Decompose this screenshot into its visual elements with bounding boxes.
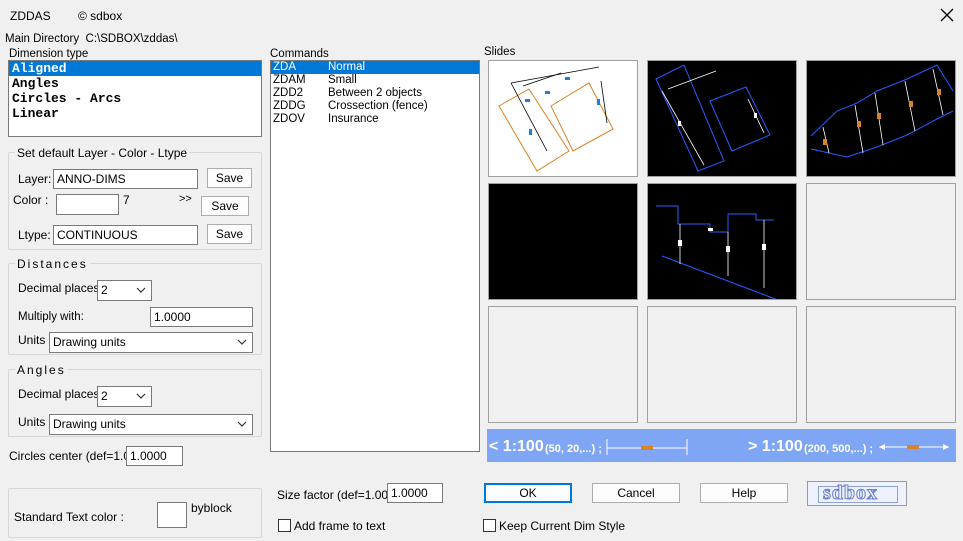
color-value: 7 [123,193,130,207]
main-directory-value: C:\SDBOX\zddas\ [85,33,178,45]
title-bar: ZDDAS © sdbox [0,0,963,32]
distances-units-label: Units [18,333,46,347]
scale-left-small: (50, 20,...) ; [545,443,602,455]
slide-aligned-drawing [498,66,614,172]
slide-empty[interactable] [806,183,956,300]
angles-units-value: Drawing units [53,417,126,431]
distances-units-value: Drawing units [53,335,126,349]
slide-small-drawing [655,64,771,172]
distances-decimal-value: 2 [101,283,108,297]
slide-between-drawing [810,64,954,158]
save-layer-button[interactable]: Save [207,168,252,188]
add-frame-label: Add frame to text [294,519,386,533]
circles-center-input[interactable]: 1.0000 [126,446,183,466]
command-desc: Small [328,74,357,86]
scale-right-dimension-icon [879,444,949,450]
main-directory: Main Directory C:\SDBOX\zddas\ [5,33,178,45]
main-directory-label: Main Directory [5,33,80,45]
size-factor-input[interactable]: 1.0000 [387,483,443,503]
color-label: Color : [13,193,49,207]
command-code: ZDD2 [273,87,304,99]
slide-insurance-drawing [656,205,779,301]
slide-aligned-normal[interactable] [488,60,638,177]
distances-title: Distances [15,257,90,271]
distances-units-select[interactable]: Drawing units [49,332,253,353]
command-desc: Crossection (fence) [328,100,428,112]
keep-dim-style-checkbox[interactable] [483,519,496,532]
help-button[interactable]: Help [700,483,788,503]
layer-group-title: Set default Layer - Color - Ltype [15,146,190,160]
save-ltype-button[interactable]: Save [207,224,252,244]
slide-aligned-small[interactable] [647,60,797,177]
distances-decimal-label: Decimal places [18,281,100,295]
command-code: ZDDG [273,100,306,112]
angles-decimal-value: 2 [101,389,108,403]
logo-text: sdbox [822,482,879,505]
add-frame-checkbox[interactable] [278,519,291,532]
keep-dim-style-label: Keep Current Dim Style [499,519,626,533]
multiply-label: Multiply with: [18,311,84,323]
command-desc: Between 2 objects [328,87,422,99]
dimension-type-item[interactable]: Circles - Arcs [9,91,261,106]
slide-between-objects[interactable] [806,60,956,177]
command-item[interactable]: ZDA Normal [271,61,479,74]
ok-button[interactable]: OK [484,483,572,503]
dimension-type-list[interactable]: Aligned Angles Circles - Arcs Linear [8,60,262,137]
scale-right-small: (200, 500,...) ; [804,443,874,455]
command-item[interactable]: ZDD2 Between 2 objects [271,87,479,100]
text-color-label: Standard Text color : [14,510,124,524]
color-more-button[interactable]: >> [179,193,192,205]
command-item[interactable]: ZDAM Small [271,74,479,87]
close-icon[interactable] [938,6,956,24]
dimension-type-item[interactable]: Aligned [9,61,261,76]
distances-decimal-select[interactable]: 2 [97,280,152,301]
commands-list[interactable]: ZDA Normal ZDAM Small ZDD2 Between 2 object… [270,60,480,452]
angles-units-select[interactable]: Drawing units [49,414,253,435]
save-color-button[interactable]: Save [201,196,249,216]
circles-center-label: Circles center (def=1.0): [9,449,138,463]
scale-preview-bar: < 1:100 (50, 20,...) ; > 1:100 (200, 500… [487,429,956,462]
ltype-label: Ltype: [18,228,51,242]
slide-empty[interactable] [647,306,797,423]
scale-left-dimension-icon [606,439,688,455]
dimension-type-item[interactable]: Angles [9,76,261,91]
angles-decimal-label: Decimal places [18,387,100,401]
multiply-input[interactable]: 1.0000 [150,307,253,327]
dimension-type-item[interactable]: Linear [9,106,261,121]
command-code: ZDAM [273,74,306,86]
command-code: ZDOV [273,113,305,125]
size-factor-label: Size factor (def=1.00): [277,488,396,502]
chevron-down-icon [237,339,247,345]
layer-input[interactable]: ANNO-DIMS [53,169,198,189]
command-desc: Insurance [328,113,379,125]
command-code: ZDA [273,61,296,73]
chevron-down-icon [237,421,247,427]
layer-label: Layer: [18,172,52,186]
sdbox-logo: sdbox [807,481,907,506]
app-title: ZDDAS [10,9,51,23]
slide-insurance[interactable] [647,183,797,301]
angles-units-label: Units [18,415,46,429]
cancel-button[interactable]: Cancel [592,483,680,503]
color-swatch[interactable] [56,194,119,215]
slide-empty[interactable] [806,306,956,423]
angles-title: Angles [15,363,68,377]
text-color-swatch[interactable] [157,502,187,528]
slide-empty[interactable] [488,306,638,423]
slide-crossection[interactable] [488,183,638,300]
chevron-down-icon [136,287,146,293]
commands-label: Commands [270,48,329,60]
scale-right-main: > 1:100 [748,438,803,455]
command-desc: Normal [328,61,366,73]
chevron-down-icon [136,393,146,399]
command-item[interactable]: ZDOV Insurance [271,113,479,126]
byblock-label: byblock [191,501,232,515]
scale-left-main: < 1:100 [489,438,544,455]
copyright-text: © sdbox [78,9,123,23]
ltype-input[interactable]: CONTINUOUS [53,225,198,245]
angles-decimal-select[interactable]: 2 [97,386,152,407]
slides-label: Slides [484,46,516,58]
dimension-type-label: Dimension type [9,48,89,60]
command-item[interactable]: ZDDG Crossection (fence) [271,100,479,113]
